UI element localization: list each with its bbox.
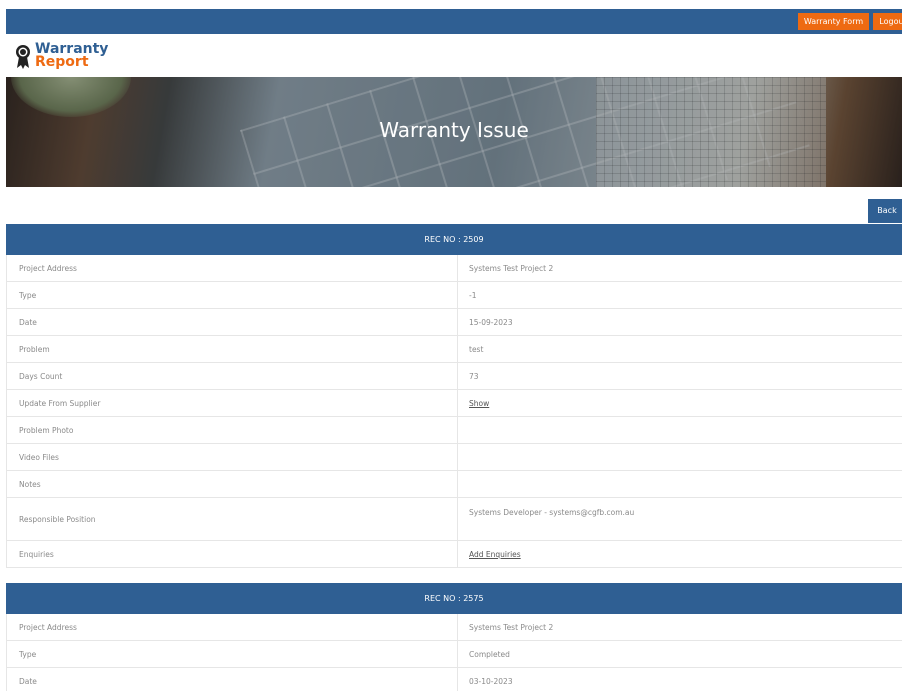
row-value <box>458 471 902 497</box>
row-label: Enquiries <box>7 541 458 567</box>
table-row: Update From Supplier Show <box>6 390 902 417</box>
row-label: Type <box>7 641 458 667</box>
table-row: Type Completed <box>6 641 902 668</box>
row-label: Problem Photo <box>7 417 458 443</box>
logo-line-2: Report <box>35 54 89 70</box>
row-label: Update From Supplier <box>7 390 458 416</box>
table-row: Problem test <box>6 336 902 363</box>
add-enquiries-link[interactable]: Add Enquiries <box>458 541 902 567</box>
page-title: Warranty Issue <box>379 118 529 142</box>
table-row: Enquiries Add Enquiries <box>6 541 902 568</box>
back-button[interactable]: Back <box>868 199 902 223</box>
table-row: Video Files <box>6 444 902 471</box>
record-table: REC NO : 2575 Project Address Systems Te… <box>6 583 902 691</box>
row-value: Systems Developer - systems@cgfb.com.au <box>469 508 635 517</box>
table-row: Date 15-09-2023 <box>6 309 902 336</box>
table-row: Problem Photo <box>6 417 902 444</box>
row-value: Systems Test Project 2 <box>469 263 554 273</box>
row-label: Type <box>7 282 458 308</box>
record-table: REC NO : 2509 Project Address Systems Te… <box>6 224 902 568</box>
row-label: Problem <box>7 336 458 362</box>
row-value: 03-10-2023 <box>469 676 513 686</box>
row-value: Completed <box>469 649 510 659</box>
award-ribbon-icon <box>16 45 30 69</box>
row-label: Video Files <box>7 444 458 470</box>
row-value: Systems Test Project 2 <box>469 622 554 632</box>
table-row: Type -1 <box>6 282 902 309</box>
record-header: REC NO : 2509 <box>6 224 902 255</box>
logo-text: Warranty Report <box>35 42 108 70</box>
row-value <box>458 417 902 443</box>
table-row: Notes <box>6 471 902 498</box>
row-label: Project Address <box>7 614 458 640</box>
record-header: REC NO : 2575 <box>6 583 902 614</box>
row-value: -1 <box>469 290 477 300</box>
row-value: 73 <box>469 371 479 381</box>
row-label: Project Address <box>7 255 458 281</box>
table-row: Responsible Position Systems Developer -… <box>6 498 902 541</box>
row-label: Days Count <box>7 363 458 389</box>
row-label: Notes <box>7 471 458 497</box>
row-value <box>458 444 902 470</box>
row-value: test <box>469 344 484 354</box>
table-row: Project Address Systems Test Project 2 <box>6 255 902 282</box>
warranty-form-button[interactable]: Warranty Form <box>798 13 869 30</box>
row-label: Date <box>7 309 458 335</box>
show-supplier-update-link[interactable]: Show <box>458 390 902 416</box>
row-label: Date <box>7 668 458 691</box>
table-row: Days Count 73 <box>6 363 902 390</box>
row-label: Responsible Position <box>7 498 458 540</box>
table-row: Date 03-10-2023 <box>6 668 902 691</box>
table-row: Project Address Systems Test Project 2 <box>6 614 902 641</box>
row-value: 15-09-2023 <box>469 317 513 327</box>
top-nav-bar: Warranty Form Logout <box>6 9 902 34</box>
logout-button[interactable]: Logout <box>873 13 902 30</box>
hero-banner: Warranty Issue <box>6 77 902 187</box>
